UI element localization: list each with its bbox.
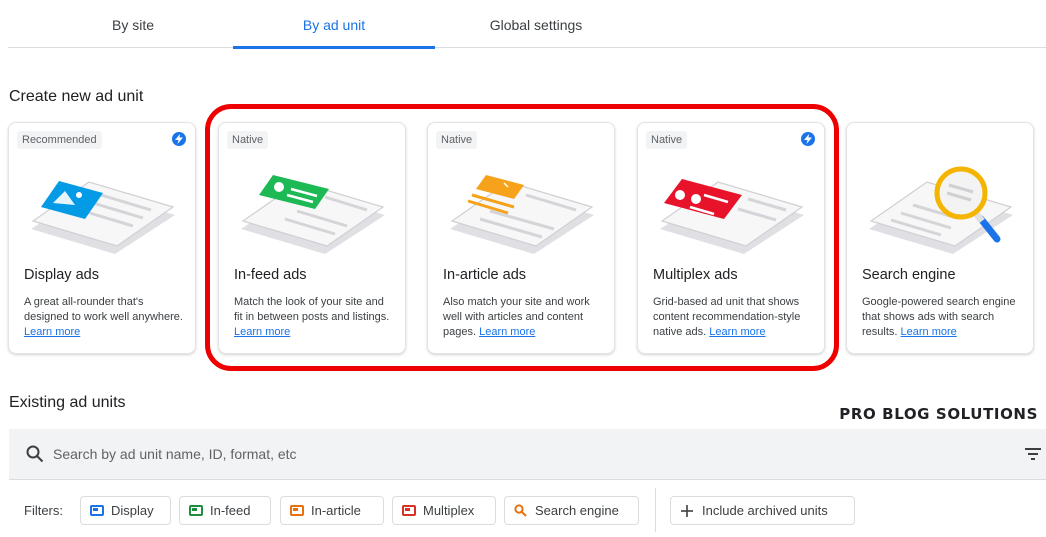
learn-more-link[interactable]: Learn more <box>901 326 957 338</box>
card-display-ads[interactable]: Recommended Display ads A great all-roun… <box>8 122 196 354</box>
ad-unit-search-bar <box>9 429 1046 480</box>
in-article-ad-phone-icon <box>450 175 594 254</box>
filter-list-icon[interactable] <box>1024 447 1042 461</box>
plus-icon <box>681 505 693 517</box>
card-description: A great all-rounder that's designed to w… <box>24 296 183 338</box>
card-badge: Native <box>227 131 269 149</box>
card-description: Grid-based ad unit that shows content re… <box>653 296 801 338</box>
card-title: Multiplex ads <box>653 267 738 283</box>
filter-chip-display[interactable]: Display <box>80 496 171 525</box>
card-description: Google-powered search engine that shows … <box>862 296 1016 338</box>
display-ad-phone-icon <box>31 181 175 254</box>
card-in-feed-ads[interactable]: Native In-feed ads Match the look of you… <box>218 122 406 354</box>
watermark: PRO BLOG SOLUTIONS <box>839 405 1038 423</box>
card-search-engine[interactable]: Search engine Google-powered search engi… <box>846 122 1034 354</box>
in-feed-ad-phone-icon <box>241 175 385 254</box>
filter-divider <box>655 488 656 532</box>
card-title: In-article ads <box>443 267 527 283</box>
card-description: Also match your site and work well with … <box>443 296 590 338</box>
card-title: Search engine <box>862 267 956 283</box>
include-archived-units-button[interactable]: Include archived units <box>670 496 855 525</box>
tab-by-ad-unit[interactable]: By ad unit <box>233 0 435 49</box>
learn-more-link[interactable]: Learn more <box>479 326 535 338</box>
card-description: Match the look of your site and fit in b… <box>234 296 390 338</box>
filter-chip-search-engine[interactable]: Search engine <box>504 496 639 525</box>
search-icon <box>26 445 44 463</box>
learn-more-link[interactable]: Learn more <box>709 326 765 338</box>
bolt-icon <box>172 132 186 146</box>
multiplex-ad-phone-icon <box>660 179 804 254</box>
learn-more-link[interactable]: Learn more <box>234 326 290 338</box>
tab-bar: By site By ad unit Global settings <box>8 0 1046 49</box>
in-article-format-icon <box>290 505 304 516</box>
tab-global-settings[interactable]: Global settings <box>435 0 637 48</box>
card-in-article-ads[interactable]: Native In-article ads Also match your si… <box>427 122 615 354</box>
filters-label: Filters: <box>24 503 63 518</box>
card-multiplex-ads[interactable]: Native Multiplex ads Grid-based ad unit … <box>637 122 825 354</box>
card-badge: Native <box>436 131 478 149</box>
create-section-title: Create new ad unit <box>9 88 144 105</box>
filter-bar: Filters: Display In-feed In-article Mult… <box>0 488 1046 532</box>
filter-chip-in-article[interactable]: In-article <box>280 496 384 525</box>
existing-section-title: Existing ad units <box>9 394 126 411</box>
bolt-icon <box>801 132 815 146</box>
display-format-icon <box>90 505 104 516</box>
multiplex-format-icon <box>402 505 416 516</box>
in-feed-format-icon <box>189 505 203 516</box>
search-engine-magnifier-icon <box>869 166 1013 254</box>
tab-by-site[interactable]: By site <box>33 0 233 48</box>
filter-chip-multiplex[interactable]: Multiplex <box>392 496 496 525</box>
card-title: In-feed ads <box>234 267 307 283</box>
learn-more-link[interactable]: Learn more <box>24 326 80 338</box>
card-badge: Recommended <box>17 131 102 149</box>
card-title: Display ads <box>24 267 99 283</box>
filter-chip-in-feed[interactable]: In-feed <box>179 496 271 525</box>
card-badge: Native <box>646 131 688 149</box>
search-input[interactable] <box>53 439 953 469</box>
search-engine-format-icon <box>514 504 527 517</box>
